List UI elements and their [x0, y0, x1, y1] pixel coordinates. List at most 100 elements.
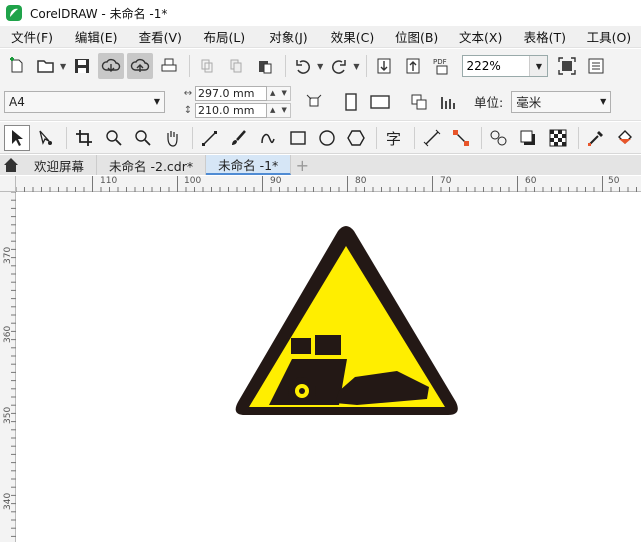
menu-table[interactable]: 表格(T)	[513, 27, 577, 46]
page-height-field[interactable]: 210.0 mm	[195, 102, 267, 118]
undo-dropdown-icon[interactable]: ▼	[317, 62, 323, 71]
page-dimensions: ↔ 297.0 mm ▲ ▼ ↕ 210.0 mm ▲ ▼	[181, 85, 291, 119]
toolbox-separator	[66, 126, 68, 149]
crop-tool-icon[interactable]	[71, 125, 97, 151]
transparency-tool-icon[interactable]	[544, 125, 570, 151]
artistic-media-icon[interactable]	[226, 125, 252, 151]
zoom-dropdown-icon[interactable]: ▼	[529, 56, 548, 76]
ruler-label: 100	[184, 176, 202, 186]
connector-tool-icon[interactable]	[448, 125, 474, 151]
pan-hand-icon[interactable]	[159, 125, 185, 151]
menu-text[interactable]: 文本(X)	[449, 27, 513, 46]
pdf-icon[interactable]: PDF	[429, 53, 455, 79]
add-tab-icon[interactable]: +	[291, 155, 313, 175]
cloud-download-icon[interactable]	[98, 53, 125, 79]
blend-tool-icon[interactable]	[486, 125, 512, 151]
ruler-label: 60	[525, 176, 537, 186]
toolbox-separator	[413, 126, 415, 149]
tab-welcome-screen[interactable]: 欢迎屏幕	[22, 155, 98, 175]
open-folder-icon[interactable]	[33, 53, 59, 79]
zoom-out-tool-icon[interactable]	[130, 125, 156, 151]
tab-untitled-1[interactable]: 未命名 -1*	[206, 155, 292, 175]
tab-label: 未命名 -2.cdr*	[109, 158, 194, 174]
page-height-spinner[interactable]: ▲ ▼	[267, 102, 291, 118]
menu-layout[interactable]: 布局(L)	[192, 27, 256, 46]
copy-icon[interactable]	[223, 53, 249, 79]
text-tool-icon[interactable]: 字	[381, 125, 407, 151]
page-size-value: A4	[9, 94, 25, 109]
polygon-tool-icon[interactable]	[343, 125, 369, 151]
menu-effects[interactable]: 效果(C)	[320, 27, 384, 46]
open-dropdown-icon[interactable]: ▼	[60, 62, 66, 71]
menu-tools[interactable]: 工具(O)	[577, 27, 641, 46]
menu-edit[interactable]: 编辑(E)	[64, 27, 128, 46]
page-size-select[interactable]: A4 ▼	[4, 90, 165, 113]
fullscreen-icon[interactable]	[554, 53, 580, 79]
cut-icon[interactable]	[194, 53, 220, 79]
document-tab-bar: 欢迎屏幕 未命名 -2.cdr* 未命名 -1* +	[0, 155, 641, 175]
freehand-tool-icon[interactable]	[197, 125, 223, 151]
interactive-fill-icon[interactable]	[612, 125, 638, 151]
drawing-canvas[interactable]	[17, 193, 641, 542]
cloud-upload-icon[interactable]	[127, 53, 154, 79]
toolbox-separator	[375, 126, 377, 149]
coreldraw-logo-icon	[6, 5, 22, 21]
bezier-tool-icon[interactable]	[255, 125, 281, 151]
standard-toolbar: ▼ ▼ ▼ PDF ▼	[0, 49, 641, 83]
horizontal-ruler[interactable]: 110 100 90 80 70 60 50	[16, 176, 641, 192]
menu-file[interactable]: 文件(F)	[0, 27, 64, 46]
undo-icon[interactable]	[290, 53, 316, 79]
svg-text:字: 字	[386, 130, 401, 147]
unit-label: 单位:	[474, 95, 504, 110]
zoom-tool-icon[interactable]	[101, 125, 127, 151]
home-icon[interactable]	[0, 155, 22, 175]
menu-view[interactable]: 查看(V)	[128, 27, 192, 46]
import-icon[interactable]	[371, 53, 397, 79]
toolbox-separator	[481, 126, 483, 149]
portrait-icon[interactable]	[338, 89, 364, 115]
current-page-icon[interactable]	[435, 89, 461, 115]
ruler-label: 90	[270, 176, 282, 186]
toolbar-separator	[366, 55, 368, 77]
page-width-spinner[interactable]: ▲ ▼	[267, 85, 291, 101]
height-icon: ↕	[183, 104, 193, 116]
paste-icon[interactable]	[252, 53, 278, 79]
export-icon[interactable]	[400, 53, 426, 79]
warning-sign[interactable]	[235, 226, 458, 415]
ellipse-tool-icon[interactable]	[314, 125, 340, 151]
page-orientation-lock-icon[interactable]	[301, 89, 327, 115]
ruler-label: 70	[440, 176, 452, 186]
menu-bitmaps[interactable]: 位图(B)	[385, 27, 449, 46]
menu-object[interactable]: 对象(J)	[256, 27, 320, 46]
ruler-label: 340	[3, 492, 13, 510]
zoom-level-combobox[interactable]: ▼	[462, 55, 549, 77]
options-icon[interactable]	[583, 53, 609, 79]
pick-tool-icon[interactable]	[4, 124, 31, 151]
drop-shadow-icon[interactable]	[515, 125, 541, 151]
ruler-label: 110	[100, 176, 118, 186]
save-icon[interactable]	[69, 53, 95, 79]
zoom-level-input[interactable]	[463, 59, 530, 73]
toolbar-separator	[285, 55, 287, 77]
vertical-ruler[interactable]: 370 360 350 340	[0, 192, 16, 542]
toolbox-separator	[577, 126, 579, 149]
title-bar: CorelDRAW - 未命名 -1*	[0, 0, 641, 26]
property-bar: A4 ▼ ↔ 297.0 mm ▲ ▼ ↕ 210.0 mm ▲ ▼ 单位: 毫米 …	[0, 83, 641, 121]
ruler-origin[interactable]	[0, 176, 16, 192]
redo-dropdown-icon[interactable]: ▼	[353, 62, 359, 71]
tab-untitled-2[interactable]: 未命名 -2.cdr*	[97, 155, 207, 175]
chevron-down-icon: ▼	[600, 97, 607, 106]
landscape-icon[interactable]	[367, 89, 393, 115]
shape-tool-icon[interactable]	[33, 125, 59, 151]
window-title: CorelDRAW - 未命名 -1*	[30, 6, 168, 21]
page-width-field[interactable]: 297.0 mm	[195, 85, 267, 101]
redo-icon[interactable]	[326, 53, 352, 79]
eyedropper-icon[interactable]	[583, 125, 609, 151]
new-document-icon[interactable]	[4, 53, 30, 79]
all-pages-icon[interactable]	[406, 89, 432, 115]
print-icon[interactable]	[156, 53, 182, 79]
menu-bar: 文件(F) 编辑(E) 查看(V) 布局(L) 对象(J) 效果(C) 位图(B…	[0, 26, 641, 48]
unit-select[interactable]: 毫米 ▼	[511, 90, 612, 113]
rectangle-tool-icon[interactable]	[284, 125, 310, 151]
parallel-dimension-icon[interactable]	[419, 125, 445, 151]
